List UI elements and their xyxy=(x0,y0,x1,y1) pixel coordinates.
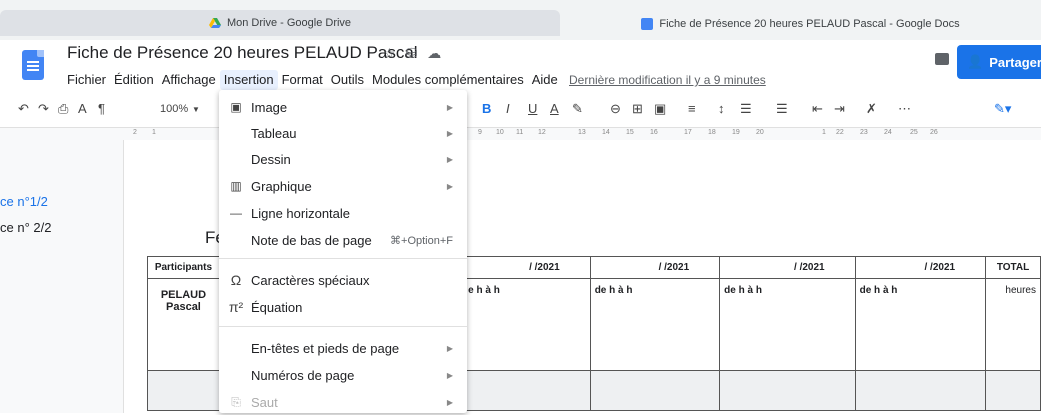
menu-item-ligne-horizontale[interactable]: — Ligne horizontale xyxy=(219,200,467,226)
outline-item[interactable]: ce n° 2/2 xyxy=(0,220,51,235)
underline-icon[interactable]: U xyxy=(528,101,537,116)
share-button[interactable]: 👤 Partager xyxy=(957,45,1041,79)
tab-google-drive[interactable]: Mon Drive - Google Drive xyxy=(0,10,560,36)
menu-item-entetes-pieds[interactable]: En-têtes et pieds de page ▶ xyxy=(219,335,467,361)
pi-icon: π² xyxy=(228,299,244,315)
outline-item[interactable]: ce n°1/2 xyxy=(0,194,48,209)
insert-image-icon[interactable]: ▣ xyxy=(654,101,666,117)
edit-mode-icon[interactable]: ✎▾ xyxy=(994,101,1011,117)
table-header: TOTAL xyxy=(985,256,1041,279)
docs-logo-icon[interactable] xyxy=(22,50,44,80)
comment-icon[interactable] xyxy=(935,53,949,65)
submenu-arrow-icon: ▶ xyxy=(446,370,453,380)
table-header: / /2021 xyxy=(854,256,987,279)
menu-outils[interactable]: Outils xyxy=(327,70,368,90)
horizontal-line-icon: — xyxy=(230,206,242,220)
table-header: / /2021 xyxy=(465,256,591,279)
chevron-down-icon[interactable]: ▼ xyxy=(192,105,200,114)
person-icon: 👤 xyxy=(967,54,984,69)
print-icon[interactable]: ⎙ xyxy=(58,101,68,117)
table-header: / /2021 xyxy=(719,256,856,279)
menu-fichier[interactable]: Fichier xyxy=(63,70,110,90)
move-to-folder-icon[interactable]: ⛁ xyxy=(406,45,418,62)
menu-modules[interactable]: Modules complémentaires xyxy=(368,70,528,90)
menu-insertion[interactable]: Insertion xyxy=(219,70,278,90)
clear-formatting-icon[interactable]: ✗ xyxy=(866,101,877,117)
submenu-arrow-icon: ▶ xyxy=(446,154,453,164)
google-drive-icon xyxy=(208,17,221,29)
bulleted-list-icon[interactable]: ☰ xyxy=(776,101,788,117)
star-icon[interactable]: ☆ xyxy=(383,45,396,62)
zoom-select[interactable]: 100% xyxy=(160,103,188,115)
menu-divider xyxy=(219,326,467,327)
document-title[interactable]: Fiche de Présence 20 heures PELAUD Pasca… xyxy=(67,43,418,63)
tab-label: Mon Drive - Google Drive xyxy=(226,17,352,29)
menu-aide[interactable]: Aide xyxy=(528,70,562,90)
google-docs-icon xyxy=(641,18,654,30)
increase-indent-icon[interactable]: ⇥ xyxy=(834,101,845,117)
image-icon: ▣ xyxy=(230,100,242,114)
menu-divider xyxy=(219,258,467,259)
bold-icon[interactable]: B xyxy=(482,101,491,116)
menu-item-dessin[interactable]: Dessin ▶ xyxy=(219,146,467,172)
align-icon[interactable]: ≡ xyxy=(688,101,696,116)
menu-item-image[interactable]: ▣ Image ▶ xyxy=(219,94,467,120)
submenu-arrow-icon: ▶ xyxy=(446,102,453,112)
docs-header: Fiche de Présence 20 heures PELAUD Pasca… xyxy=(0,40,1041,92)
numbered-list-icon[interactable]: ☰ xyxy=(740,101,752,117)
italic-icon[interactable]: I xyxy=(506,101,510,116)
menu-item-caracteres-speciaux[interactable]: Ω Caractères spéciaux xyxy=(219,267,467,293)
menu-item-note-bas-de-page[interactable]: Note de bas de page ⌘+Option+F xyxy=(219,227,467,253)
menu-item-numeros-page[interactable]: Numéros de page ▶ xyxy=(219,362,467,388)
menu-item-graphique[interactable]: ▥ Graphique ▶ xyxy=(219,173,467,199)
share-label: Partager xyxy=(989,54,1041,70)
submenu-arrow-icon: ▶ xyxy=(446,181,453,191)
menu-item-tableau[interactable]: Tableau ▶ xyxy=(219,120,467,146)
decrease-indent-icon[interactable]: ⇤ xyxy=(812,101,823,117)
spellcheck-icon[interactable]: A xyxy=(78,101,87,116)
tab-google-docs[interactable]: Fiche de Présence 20 heures PELAUD Pasca… xyxy=(560,8,1041,40)
browser-tab-bar: Mon Drive - Google Drive Fiche de Présen… xyxy=(0,0,1041,40)
submenu-arrow-icon: ▶ xyxy=(446,397,453,407)
time-slot: de h à h xyxy=(854,278,987,371)
menu-item-equation[interactable]: π² Équation xyxy=(219,294,467,320)
submenu-arrow-icon: ▶ xyxy=(446,343,453,353)
time-slot: de h à h xyxy=(719,278,856,371)
shortcut-label: ⌘+Option+F xyxy=(390,234,453,247)
total-hours: heures xyxy=(985,278,1041,371)
participant-name: PELAUD Pascal xyxy=(147,278,220,371)
insertion-menu: ▣ Image ▶ Tableau ▶ Dessin ▶ ▥ Graphique… xyxy=(219,90,467,413)
table-header: Participants xyxy=(147,256,220,279)
menu-edition[interactable]: Édition xyxy=(110,70,158,90)
more-icon[interactable]: ⋯ xyxy=(898,101,911,117)
text-color-icon[interactable]: A xyxy=(550,101,559,116)
menu-format[interactable]: Format xyxy=(278,70,327,90)
menu-affichage[interactable]: Affichage xyxy=(158,70,220,90)
highlight-icon[interactable]: ✎ xyxy=(572,101,583,117)
submenu-arrow-icon: ▶ xyxy=(446,128,453,138)
ruler[interactable]: 2 1 9 10 11 12 13 14 15 16 17 18 19 20 1… xyxy=(0,128,1041,140)
cloud-status-icon[interactable]: ☁ xyxy=(427,45,441,62)
time-slot: e h à h xyxy=(465,278,591,371)
omega-icon: Ω xyxy=(230,272,242,288)
menu-bar: Fichier Édition Affichage Insertion Form… xyxy=(63,70,562,90)
time-slot: de h à h xyxy=(589,278,721,371)
editing-toolbar: ↶ ↷ ⎙ A ¶ 100% ▼ B I U A ✎ ⊖ ⊞ ▣ ≡ ↕ ☰ ☰… xyxy=(0,92,1041,128)
undo-icon[interactable]: ↶ xyxy=(18,101,29,117)
tab-label: Fiche de Présence 20 heures PELAUD Pasca… xyxy=(659,18,960,30)
menu-item-saut[interactable]: ⎘ Saut ▶ xyxy=(219,389,467,415)
table-header: / /2021 xyxy=(589,256,721,279)
redo-icon[interactable]: ↷ xyxy=(38,101,49,117)
paint-format-icon[interactable]: ¶ xyxy=(98,101,105,116)
add-comment-icon[interactable]: ⊞ xyxy=(632,101,643,117)
link-icon[interactable]: ⊖ xyxy=(610,101,621,117)
last-modified-link[interactable]: Dernière modification il y a 9 minutes xyxy=(569,70,766,90)
line-spacing-icon[interactable]: ↕ xyxy=(718,101,725,116)
page-break-icon: ⎘ xyxy=(231,394,241,409)
chart-icon: ▥ xyxy=(230,179,242,193)
